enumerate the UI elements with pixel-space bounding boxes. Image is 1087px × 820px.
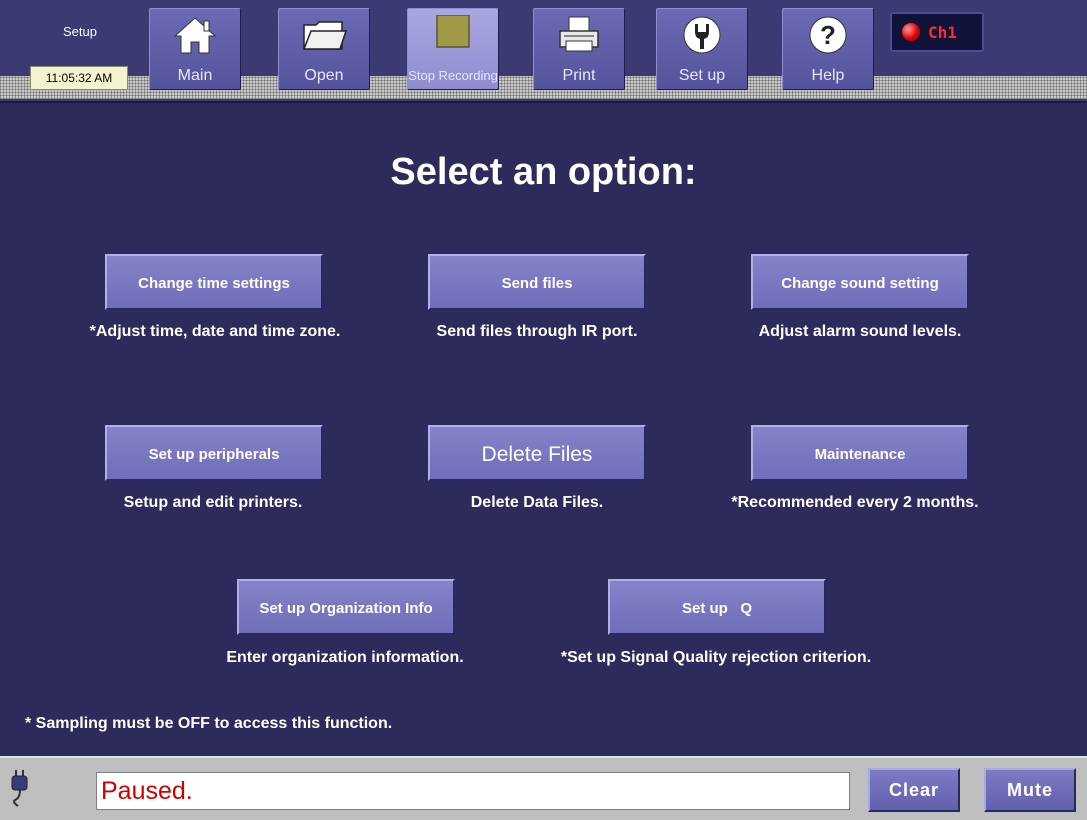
status-bar: Paused. Clear Mute: [0, 756, 1087, 820]
maintenance-desc: *Recommended every 2 months.: [731, 494, 979, 511]
change-sound-setting-button[interactable]: Change sound setting: [751, 254, 969, 310]
help-button-label: Help: [811, 67, 845, 84]
print-button[interactable]: Print: [533, 8, 625, 90]
main-button[interactable]: Main: [149, 8, 241, 90]
setup-button-label: Set up: [678, 67, 726, 84]
setup-organization-info-button[interactable]: Set up Organization Info: [237, 579, 455, 635]
wrench-icon: [657, 15, 747, 60]
folder-icon: [279, 15, 369, 60]
setup-q-desc: *Set up Signal Quality rejection criteri…: [560, 649, 872, 666]
main-panel: Select an option: Change time settings *…: [0, 101, 1087, 756]
channel-indicator[interactable]: Ch1: [890, 12, 984, 52]
stop-recording-label: Stop Recording: [408, 68, 498, 83]
setup-q-button[interactable]: Set up Q: [608, 579, 826, 635]
status-message-field: Paused.: [96, 772, 850, 810]
open-button-label: Open: [304, 67, 344, 84]
home-icon: [150, 15, 240, 60]
send-files-desc: Send files through IR port.: [436, 323, 638, 340]
help-button[interactable]: ? Help: [782, 8, 874, 90]
change-time-settings-desc: *Adjust time, date and time zone.: [89, 323, 341, 340]
top-toolbar: Setup 11:05:32 AM Main Open Stop Recordi…: [0, 0, 1087, 103]
setup-peripherals-button[interactable]: Set up peripherals: [105, 425, 323, 481]
printer-icon: [534, 15, 624, 60]
main-button-label: Main: [177, 67, 213, 84]
page-title: Select an option:: [390, 151, 697, 193]
setup-organization-info-desc: Enter organization information.: [226, 649, 464, 666]
setup-button[interactable]: Set up: [656, 8, 748, 90]
power-plug-icon: [10, 768, 30, 813]
delete-files-desc: Delete Data Files.: [470, 494, 604, 511]
change-time-settings-button[interactable]: Change time settings: [105, 254, 323, 310]
help-icon: ?: [783, 15, 873, 60]
print-button-label: Print: [562, 67, 596, 84]
channel-label: Ch1: [928, 23, 957, 42]
maintenance-button[interactable]: Maintenance: [751, 425, 969, 481]
screen-label: Setup: [63, 24, 97, 39]
stop-icon: [408, 14, 498, 54]
stop-recording-button[interactable]: Stop Recording: [407, 8, 499, 90]
svg-text:?: ?: [820, 20, 836, 50]
open-button[interactable]: Open: [278, 8, 370, 90]
mute-button[interactable]: Mute: [984, 768, 1076, 812]
recording-led-icon: [902, 23, 920, 41]
clock: 11:05:32 AM: [30, 66, 128, 90]
delete-files-button[interactable]: Delete Files: [428, 425, 646, 481]
send-files-button[interactable]: Send files: [428, 254, 646, 310]
change-sound-setting-desc: Adjust alarm sound levels.: [758, 323, 962, 340]
clear-button[interactable]: Clear: [868, 768, 960, 812]
setup-peripherals-desc: Setup and edit printers.: [123, 494, 303, 511]
footnote: * Sampling must be OFF to access this fu…: [25, 715, 393, 732]
